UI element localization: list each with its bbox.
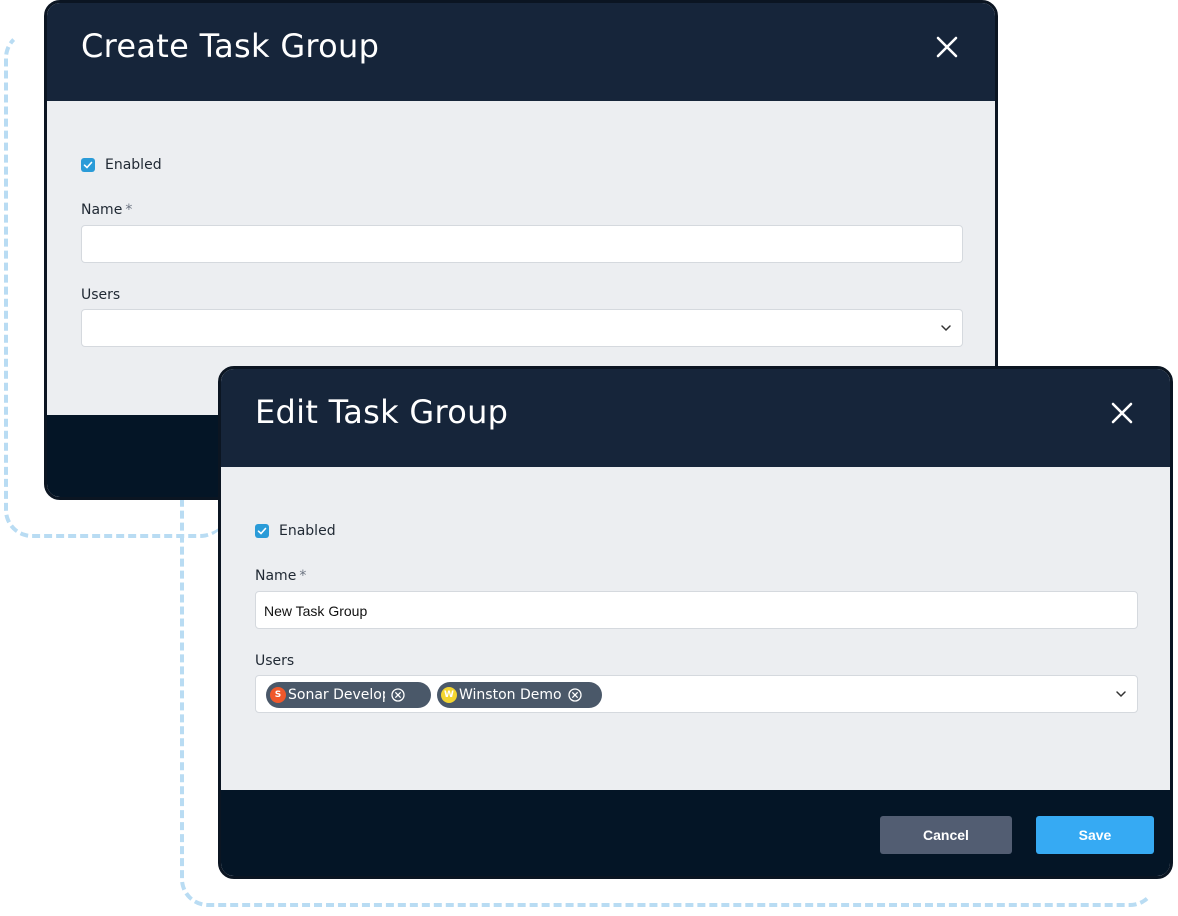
modal-footer: Cancel Save [221, 790, 1170, 876]
chevron-down-icon[interactable] [940, 322, 952, 334]
enabled-label: Enabled [105, 157, 162, 173]
user-chip: W Winston Demo [437, 682, 602, 708]
name-label: Name * [255, 568, 306, 584]
save-button[interactable]: Save [1036, 816, 1154, 854]
remove-circle-icon[interactable] [391, 688, 405, 702]
avatar: W [441, 687, 457, 703]
modal-header: Create Task Group [47, 3, 995, 101]
enabled-checkbox[interactable] [255, 524, 269, 538]
cancel-button[interactable]: Cancel [880, 816, 1012, 854]
close-icon[interactable] [1108, 399, 1136, 427]
required-mark: * [299, 568, 307, 584]
name-label: Name * [81, 202, 132, 218]
users-label: Users [255, 653, 295, 669]
enabled-checkbox-row[interactable]: Enabled [81, 157, 162, 173]
required-mark: * [125, 202, 133, 218]
chevron-down-icon[interactable] [1115, 688, 1127, 700]
users-select[interactable]: S Sonar Develop W Winston Demo [255, 675, 1138, 713]
enabled-checkbox[interactable] [81, 158, 95, 172]
user-chip-label: Winston Demo [459, 687, 562, 703]
check-icon [257, 527, 267, 535]
edit-task-group-modal: Edit Task Group Enabled Name * New Task G… [218, 366, 1173, 879]
modal-title: Create Task Group [81, 27, 380, 65]
name-input-value: New Task Group [264, 603, 368, 619]
users-label: Users [81, 287, 121, 303]
enabled-checkbox-row[interactable]: Enabled [255, 523, 336, 539]
close-icon[interactable] [933, 33, 961, 61]
enabled-label: Enabled [279, 523, 336, 539]
check-icon [83, 161, 93, 169]
modal-title: Edit Task Group [255, 393, 509, 431]
user-chip-label: Sonar Develop [288, 687, 385, 703]
user-chip: S Sonar Develop [266, 682, 431, 708]
remove-circle-icon[interactable] [567, 688, 582, 702]
modal-header: Edit Task Group [221, 369, 1170, 467]
name-input[interactable]: New Task Group [255, 591, 1138, 629]
name-label-text: Name [81, 202, 123, 218]
name-input[interactable] [81, 225, 963, 263]
avatar: S [270, 687, 286, 703]
users-select[interactable] [81, 309, 963, 347]
name-label-text: Name [255, 568, 297, 584]
